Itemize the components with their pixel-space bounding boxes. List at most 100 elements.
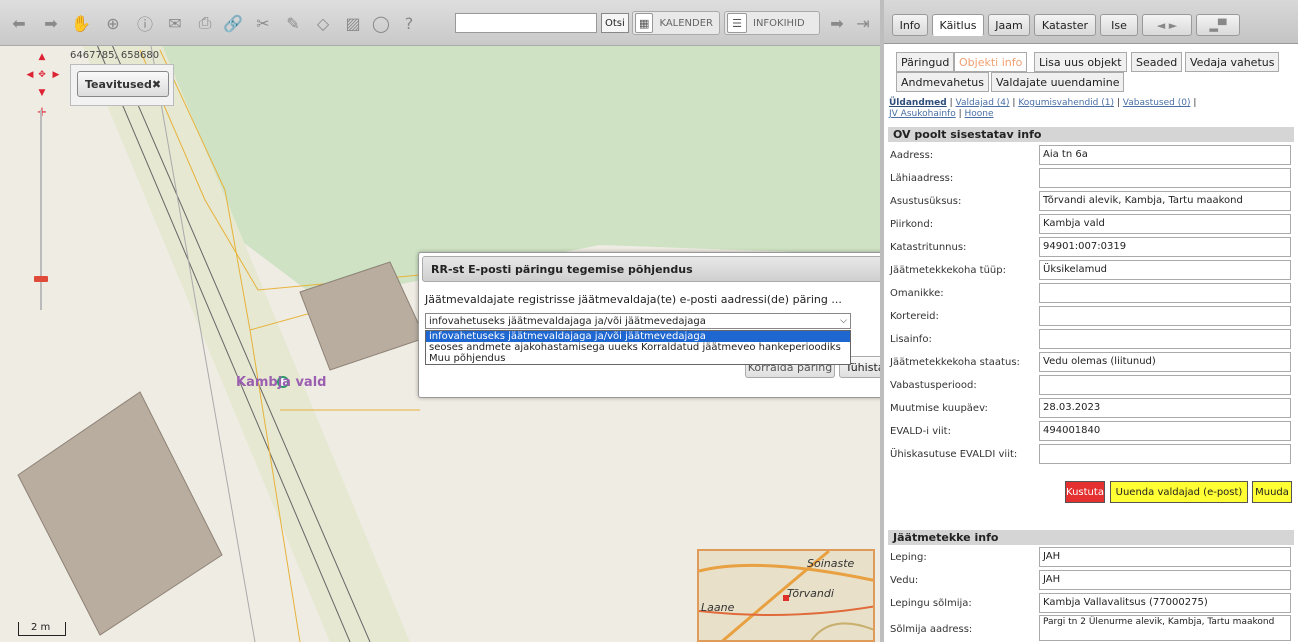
tab-jaam[interactable]: Jaam [988,14,1030,36]
draw-icon[interactable]: ✎ [282,11,304,35]
field-value[interactable] [1039,168,1291,188]
close-icon[interactable]: ✖ [152,78,161,91]
info-icon[interactable]: ⓘ [134,11,156,35]
field-value[interactable]: JAH [1039,570,1291,590]
pan-left-icon[interactable]: ◀ [24,70,36,80]
link-valdajad[interactable]: Valdajad (4) [955,98,1009,108]
field-label: Jäätmetekkekoha tüüp: [890,265,1006,276]
coordinate-readout: 6467785, 658680 [70,50,160,61]
link-hoone[interactable]: Hoone [965,109,994,119]
tab-scroll-arrows-icon[interactable]: ◄ ► [1142,14,1192,36]
field-value[interactable]: 494001840 [1039,421,1291,441]
subtab-objekti-info[interactable]: Objekti info [954,52,1028,72]
zoom-plus-icon[interactable]: + [36,106,48,119]
field-value[interactable]: 28.03.2023 [1039,398,1291,418]
link-uldandmed[interactable]: Üldandmed [889,98,947,108]
field-value[interactable] [1039,306,1291,326]
hand-pan-icon[interactable]: ✋ [70,11,92,35]
field-label: Lepingu sõlmija: [890,598,972,609]
calendar-button[interactable]: ▦ KALENDER [632,11,720,35]
forward-arrow-icon[interactable]: ➡ [40,11,62,35]
update-holders-button[interactable]: Uuenda valdajad (e-post) [1110,481,1248,503]
pan-down-icon[interactable]: ▼ [36,88,48,98]
next-arrow-icon[interactable]: ➡ [826,11,848,35]
form-row-lepingu-solmija: Lepingu sõlmija: Kambja Vallavalitsus (77… [888,593,1294,615]
eraser-icon[interactable]: ◇ [312,11,334,35]
search-button[interactable]: Otsi [601,13,629,33]
back-arrow-icon[interactable]: ⬅ [8,11,30,35]
form-row-kortereid: Kortereid: [888,306,1294,328]
subtab-seaded[interactable]: Seaded [1131,52,1183,72]
mail-icon[interactable]: ✉ [164,11,186,35]
subtab-valdajate-uuendamine[interactable]: Valdajate uuendamine [991,72,1125,92]
tab-info[interactable]: Info [892,14,928,36]
form-row-muutmise-kuupaev: Muutmise kuupäev: 28.03.2023 [888,398,1294,420]
infokihid-label: INFOKIHID [753,17,805,29]
delete-button[interactable]: Kustuta [1065,481,1105,503]
overview-minimap[interactable]: Soinaste Tõrvandi Laane [697,549,875,642]
scale-bar: 2 m [18,622,66,636]
tab-kaitlus[interactable]: Käitlus [932,14,984,36]
field-value[interactable] [1039,283,1291,303]
subtab-lisa-uus-objekt[interactable]: Lisa uus objekt [1034,52,1127,72]
layers-icon: ☰ [727,13,747,33]
measure-icon[interactable]: ✂ [252,11,274,35]
tab-ise[interactable]: Ise [1100,14,1138,36]
subtab-paringud[interactable]: Päringud [896,52,955,72]
field-value[interactable]: Üksikelamud [1039,260,1291,280]
edit-button[interactable]: Muuda [1252,481,1292,503]
tab-layout-icon[interactable]: ▂▀ [1196,14,1240,36]
pan-right-icon[interactable]: ▶ [50,70,62,80]
tab-kataster[interactable]: Kataster [1034,14,1096,36]
link-icon[interactable]: 🔗 [222,11,244,35]
object-info-links: Üldandmed | Valdajad (4) | Kogumisvahend… [889,98,1197,119]
dropdown-option[interactable]: infovahetuseks jäätmevaldajaga ja/või jä… [426,331,850,342]
image-icon[interactable]: ▨ [342,11,364,35]
form-row-lahiaadress: Lähiaadress: [888,168,1294,190]
section-header-jaatmetekke: Jäätmetekke info [888,530,1294,545]
subtab-vedaja-vahetus[interactable]: Vedaja vahetus [1185,52,1280,72]
field-value[interactable] [1039,444,1291,464]
subtab-andmevahetus[interactable]: Andmevahetus [896,72,989,92]
field-label: Kortereid: [890,311,939,322]
zoom-in-icon[interactable]: ⊕ [102,11,124,35]
field-value[interactable]: Vedu olemas (liitunud) [1039,352,1291,372]
notifications-tab[interactable]: Teavitused ✖ [77,71,169,97]
calendar-icon: ▦ [635,13,654,33]
zoom-slider-handle[interactable] [34,276,48,282]
link-vabastused[interactable]: Vabastused (0) [1123,98,1191,108]
field-value[interactable]: 94901:007:0319 [1039,237,1291,257]
infokihid-button[interactable]: ☰ INFOKIHID [724,11,820,35]
collapse-panel-icon[interactable]: ⇥ [852,11,874,35]
field-value[interactable] [1039,329,1291,349]
field-value[interactable]: Kambja vald [1039,214,1291,234]
link-jv-asukohainfo[interactable]: JV Asukohainfo [889,109,956,119]
field-value[interactable] [1039,375,1291,395]
zoom-control[interactable]: ▲ ◀ ✥ ▶ ▼ + [22,50,62,310]
reason-select[interactable]: infovahetuseks jäätmevaldajaga ja/või jä… [425,313,851,329]
field-value[interactable]: Aia tn 6a [1039,145,1291,165]
search-input[interactable] [455,13,597,33]
form-row-piirkond: Piirkond: Kambja vald [888,214,1294,236]
pan-center-icon[interactable]: ✥ [36,70,48,80]
dialog-titlebar[interactable]: RR-st E-posti päringu tegemise põhjendus… [422,256,906,282]
field-label: Vabastusperiood: [890,380,977,391]
print-icon[interactable]: ⎙ [194,11,216,35]
field-value[interactable]: Tõrvandi alevik, Kambja, Tartu maakond [1039,191,1291,211]
form-row-katastritunnus: Katastritunnus: 94901:007:0319 [888,237,1294,259]
pan-up-icon[interactable]: ▲ [36,52,48,62]
minimap-label: Laane [701,601,735,614]
query-reason-dialog: RR-st E-posti päringu tegemise põhjendus… [418,252,910,398]
field-label: Lähiaadress: [890,173,954,184]
link-kogumisvahendid[interactable]: Kogumisvahendid (1) [1018,98,1114,108]
dropdown-option[interactable]: Muu põhjendus [426,353,850,364]
field-value[interactable]: JAH [1039,547,1291,567]
help-icon[interactable]: ? [398,11,420,35]
field-value[interactable]: Kambja Vallavalitsus (77000275) [1039,593,1291,613]
refresh-icon[interactable]: ◯ [370,11,392,35]
field-value[interactable]: Pargi tn 2 Ülenurme alevik, Kambja, Tart… [1039,615,1291,641]
dropdown-option[interactable]: seoses andmete ajakohastamisega uueks Ko… [426,342,850,353]
dialog-title: RR-st E-posti päringu tegemise põhjendus [431,263,693,276]
field-label: Sõlmija aadress: [890,624,973,635]
form-row-vedu: Vedu: JAH [888,570,1294,592]
